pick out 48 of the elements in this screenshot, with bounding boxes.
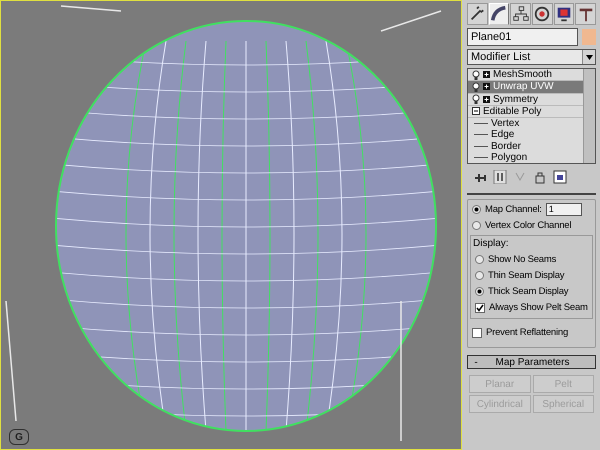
modifier-stack-item[interactable]: Editable Poly xyxy=(468,106,583,118)
radio-button[interactable] xyxy=(475,271,484,280)
modifier-list-dropdown[interactable]: Modifier List xyxy=(467,49,596,65)
hierarchy-icon xyxy=(512,5,530,23)
checkbox[interactable] xyxy=(475,302,485,312)
monitor-icon xyxy=(555,5,574,23)
object-color-swatch[interactable] xyxy=(582,29,596,45)
scrollbar[interactable] xyxy=(583,69,595,163)
lightbulb-icon xyxy=(472,94,480,104)
lock-icon[interactable] xyxy=(533,170,547,184)
command-panel-tab[interactable] xyxy=(554,3,574,25)
command-panel-tab[interactable] xyxy=(575,3,596,25)
viewport-label: G xyxy=(9,429,29,445)
checkbox[interactable] xyxy=(472,328,482,338)
modifier-stack-item[interactable]: Unwrap UVW xyxy=(468,81,583,94)
command-panel-tab[interactable] xyxy=(510,3,532,25)
pause-icon[interactable] xyxy=(493,170,507,184)
sub-object-level[interactable]: Edge xyxy=(491,129,514,140)
option-label: Map Channel: xyxy=(485,204,542,215)
object-name-field[interactable]: Plane01 xyxy=(467,28,578,46)
lightbulb-icon xyxy=(472,70,480,80)
option-label: Vertex Color Channel xyxy=(485,220,572,231)
rollout-header[interactable]: - Map Parameters xyxy=(467,355,596,369)
option-label: Show No Seams xyxy=(488,254,556,265)
modifier-stack-item[interactable]: Symmetry xyxy=(468,94,583,106)
command-panel-tab[interactable] xyxy=(532,3,553,25)
option-label: Thin Seam Display xyxy=(488,270,564,281)
plus-box-icon xyxy=(483,96,490,103)
radio-button[interactable] xyxy=(475,287,484,296)
option-label: Prevent Reflattening xyxy=(486,327,568,338)
option-label: Thick Seam Display xyxy=(488,286,568,297)
plus-box-icon xyxy=(483,71,490,78)
option-label: Always Show Pelt Seam xyxy=(489,302,588,313)
sub-object-level[interactable]: Border xyxy=(491,140,522,152)
command-panel-tab[interactable] xyxy=(467,3,488,25)
radio-button[interactable] xyxy=(472,205,481,214)
caret-icon xyxy=(586,54,592,60)
arc-icon xyxy=(490,5,508,23)
map-channel-spinner[interactable]: 1 xyxy=(546,203,582,216)
plus-box-icon xyxy=(483,83,490,90)
wand-icon xyxy=(468,5,486,23)
minus-box-icon xyxy=(472,107,480,116)
radio-button[interactable] xyxy=(475,255,484,264)
radio-button[interactable] xyxy=(472,221,481,230)
sub-object-level[interactable]: Polygon xyxy=(491,152,528,163)
group-title: Display: xyxy=(473,238,510,249)
lightbulb-icon xyxy=(472,82,480,92)
sub-object-level[interactable]: Vertex xyxy=(491,118,520,130)
